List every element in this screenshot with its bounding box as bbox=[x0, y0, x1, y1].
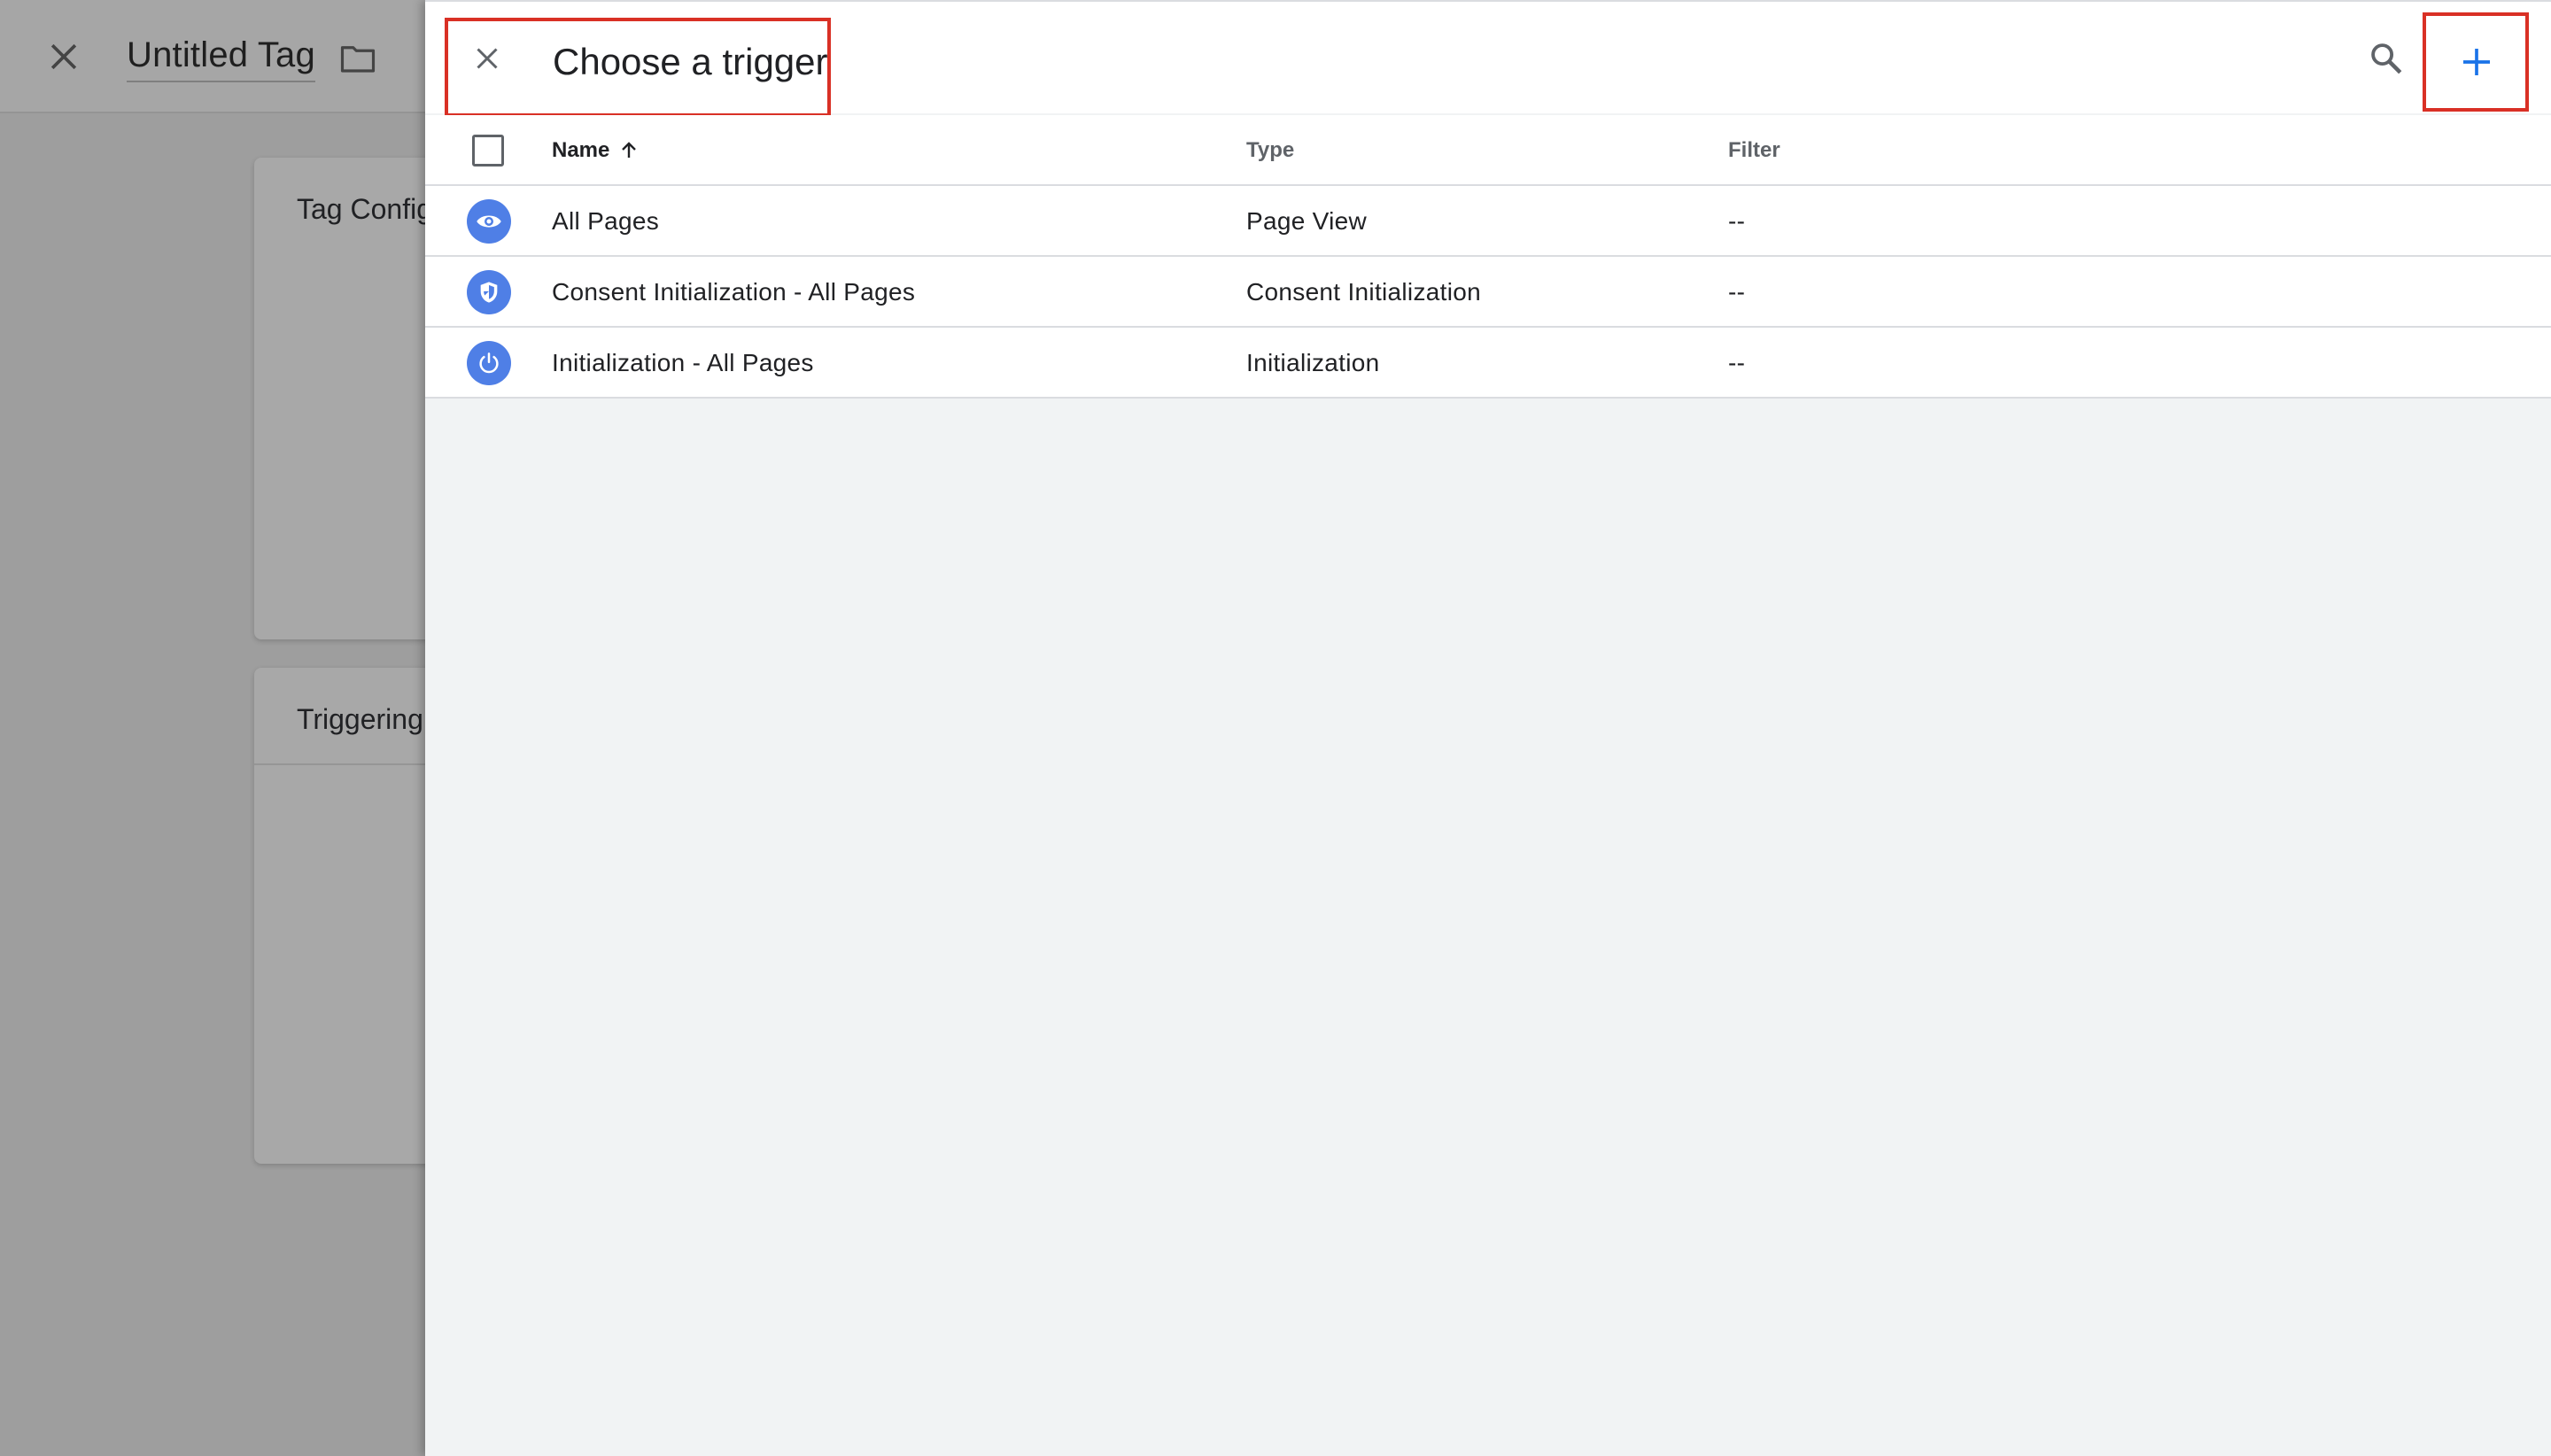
table-row[interactable]: All Pages Page View -- bbox=[425, 186, 2551, 257]
trigger-name: All Pages bbox=[552, 207, 659, 235]
search-icon bbox=[2371, 43, 2402, 74]
table-row[interactable]: Consent Initialization - All Pages Conse… bbox=[425, 257, 2551, 328]
close-drawer-button[interactable] bbox=[468, 39, 507, 78]
select-all-checkbox[interactable] bbox=[472, 135, 504, 167]
trigger-name: Consent Initialization - All Pages bbox=[552, 278, 916, 306]
shield-icon bbox=[467, 270, 511, 314]
type-column-header[interactable]: Type bbox=[1246, 138, 1294, 163]
trigger-type: Initialization bbox=[1246, 349, 1380, 376]
tag-name-title[interactable]: Untitled Tag bbox=[127, 35, 315, 82]
triggering-title: Triggering bbox=[297, 703, 423, 735]
trigger-filter: -- bbox=[1728, 278, 1746, 306]
close-icon[interactable] bbox=[44, 37, 83, 76]
drawer-header: Choose a trigger bbox=[425, 0, 2551, 117]
table-row[interactable]: Initialization - All Pages Initializatio… bbox=[425, 328, 2551, 399]
eye-icon bbox=[467, 199, 511, 244]
add-trigger-button[interactable] bbox=[2452, 37, 2501, 87]
arrow-up-icon bbox=[622, 142, 637, 158]
triggers-table: Name Type Filter All Pages Page View -- … bbox=[425, 115, 2551, 399]
trigger-type: Consent Initialization bbox=[1246, 278, 1481, 306]
filter-column-header[interactable]: Filter bbox=[1728, 138, 1780, 163]
search-button[interactable] bbox=[2365, 37, 2408, 80]
choose-trigger-drawer: Choose a trigger Name Type Filter All Pa… bbox=[425, 0, 2551, 1456]
trigger-name: Initialization - All Pages bbox=[552, 349, 814, 376]
name-column-header[interactable]: Name bbox=[552, 138, 640, 163]
table-header: Name Type Filter bbox=[425, 115, 2551, 186]
drawer-title: Choose a trigger bbox=[553, 41, 828, 82]
trigger-type: Page View bbox=[1246, 207, 1368, 235]
folder-icon[interactable] bbox=[339, 43, 376, 74]
plus-icon bbox=[2463, 49, 2490, 75]
name-header-label: Name bbox=[552, 138, 610, 162]
power-icon bbox=[467, 341, 511, 385]
close-icon bbox=[477, 48, 498, 69]
trigger-filter: -- bbox=[1728, 207, 1746, 235]
trigger-filter: -- bbox=[1728, 349, 1746, 376]
